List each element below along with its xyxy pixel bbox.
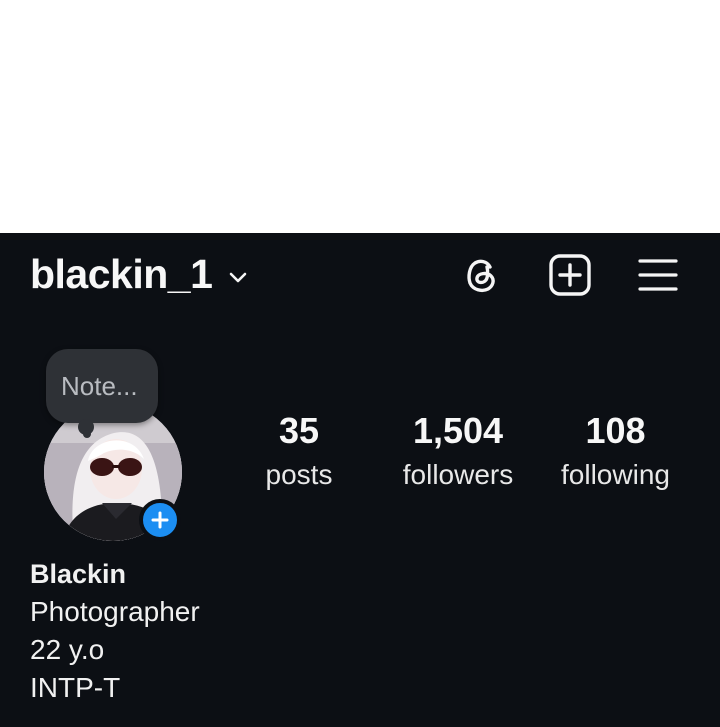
- username: blackin_1: [30, 251, 213, 297]
- bio-line: Photographer: [30, 596, 200, 627]
- add-story-button[interactable]: [139, 499, 181, 541]
- followers-count: 1,504: [412, 410, 504, 451]
- plus-square-icon[interactable]: [548, 253, 592, 297]
- profile-header: blackin_1: [0, 233, 720, 313]
- note-placeholder: Note...: [61, 371, 138, 401]
- plus-icon: [151, 511, 169, 529]
- bio-line: INTP-T: [30, 672, 121, 703]
- following-count: 108: [585, 410, 646, 451]
- threads-icon[interactable]: [460, 253, 504, 297]
- blank-area: [0, 0, 720, 233]
- following-label: following: [561, 459, 670, 490]
- chevron-down-icon: [230, 272, 247, 282]
- stat-posts[interactable]: 35 posts: [249, 407, 349, 495]
- posts-label: posts: [265, 459, 333, 490]
- followers-label: followers: [402, 459, 514, 490]
- note-bubble[interactable]: Note...: [46, 349, 158, 423]
- profile-screen: blackin_1 Note... 35 posts 1,504 followe…: [0, 233, 720, 727]
- profile-bio: Blackin Photographer 22 y.o INTP-T: [30, 555, 200, 707]
- note-tail-small: [83, 430, 91, 438]
- bio-line: 22 y.o: [30, 634, 105, 665]
- display-name: Blackin: [30, 559, 127, 589]
- stat-following[interactable]: 108 following: [548, 407, 683, 495]
- account-switcher[interactable]: blackin_1: [30, 251, 248, 298]
- stat-followers[interactable]: 1,504 followers: [388, 407, 528, 495]
- posts-count: 35: [278, 410, 320, 451]
- hamburger-menu-icon[interactable]: [636, 253, 680, 297]
